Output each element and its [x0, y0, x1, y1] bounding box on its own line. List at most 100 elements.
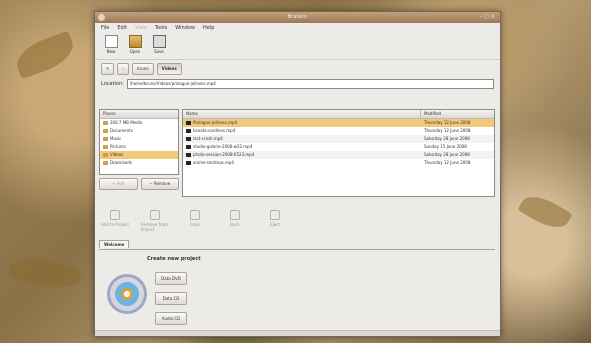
add-icon [110, 210, 120, 220]
window-controls[interactable]: –□× [480, 12, 497, 23]
places-item-label: Downloads [110, 160, 132, 165]
maximize-icon[interactable]: □ [484, 14, 491, 20]
file-name: Prologue-joliness.mp4 [193, 120, 238, 125]
file-browser: Places 200.7 MB Media Documents Music Pi… [99, 109, 495, 197]
new-label: New [106, 49, 116, 54]
save-label: Save [154, 49, 164, 54]
clear-icon [190, 210, 200, 220]
welcome-heading: Create new project [147, 256, 201, 262]
table-row[interactable]: photo-session-2008-0523.mp4 Saturday 28 J… [183, 151, 494, 159]
tab-welcome[interactable]: Welcome [99, 240, 130, 248]
close-icon[interactable]: × [491, 14, 497, 20]
new-document-icon [104, 35, 118, 48]
file-modified: Sunday 15 June 2008 [424, 144, 467, 149]
menu-help[interactable]: Help [203, 24, 214, 32]
file-modified: Saturday 28 June 2008 [424, 152, 470, 157]
disc-icon [107, 274, 147, 314]
remove-from-project-button[interactable]: Remove from Project [141, 210, 169, 232]
add-place-button[interactable]: + Add [99, 178, 138, 190]
data-cd-button[interactable]: Data CD [155, 292, 187, 305]
file-name: anime-sardinas.mp4 [193, 160, 234, 165]
folder-icon [103, 161, 108, 165]
video-file-icon [186, 145, 191, 149]
places-item-label: Music [110, 136, 122, 141]
open-folder-icon [128, 35, 142, 48]
status-bar [95, 330, 500, 336]
drive-icon [103, 121, 108, 125]
file-name: kanata-sardines.mp4 [193, 128, 236, 133]
audio-cd-button[interactable]: Audio CD [155, 312, 187, 325]
table-row[interactable]: Prologue-joliness.mp4 Thursday 12 June 20… [183, 119, 494, 127]
edit-path-icon: ✎ [106, 66, 110, 71]
path-segment-videos[interactable]: Videos [156, 63, 182, 75]
file-modified: Saturday 28 June 2008 [424, 136, 470, 141]
places-header[interactable]: Places [100, 110, 178, 119]
table-row[interactable]: kanata-sardines.mp4 Thursday 12 June 2008 [183, 127, 494, 135]
folder-icon [103, 145, 108, 149]
menu-file[interactable]: File [101, 24, 109, 32]
video-file-icon [186, 161, 191, 165]
places-list: Places 200.7 MB Media Documents Music Pi… [99, 109, 179, 175]
remove-place-button[interactable]: − Remove [140, 178, 179, 190]
places-item-label: Documents [110, 128, 133, 133]
path-bar: ✎ ‹ bruno Videos [95, 60, 500, 78]
places-buttons: + Add − Remove [99, 178, 179, 190]
video-file-icon [186, 129, 191, 133]
window-title: Brasero [287, 14, 308, 20]
places-item-pictures[interactable]: Pictures [100, 143, 178, 151]
eject-icon [270, 210, 280, 220]
places-item-downloads[interactable]: Downloads [100, 159, 178, 167]
places-item-media[interactable]: 200.7 MB Media [100, 119, 178, 127]
menu-view[interactable]: View [135, 24, 147, 32]
action-label: Burn [230, 222, 240, 227]
action-label: Clear [189, 222, 201, 227]
table-row[interactable]: last-crash.mp4 Saturday 28 June 2008 [183, 135, 494, 143]
remove-icon [150, 210, 160, 220]
file-modified: Thursday 12 June 2008 [424, 128, 471, 133]
menu-window[interactable]: Window [175, 24, 195, 32]
remove-place-label: Remove [153, 181, 171, 186]
chevron-left-icon: ‹ [122, 66, 124, 71]
clear-button[interactable]: Clear [181, 210, 209, 232]
folder-icon [103, 129, 108, 133]
file-name: last-crash.mp4 [193, 136, 223, 141]
file-name: studio-galerie-2008-w32.mp4 [193, 144, 253, 149]
welcome-panel: Create new project Data DVD Data CD Audi… [99, 249, 495, 334]
column-modified[interactable]: Modified [420, 110, 494, 118]
data-dvd-button[interactable]: Data DVD [155, 272, 187, 285]
menu-edit[interactable]: Edit [117, 24, 127, 32]
places-item-videos[interactable]: Videos [100, 151, 178, 159]
path-segment-bruno[interactable]: bruno [131, 63, 154, 75]
video-file-icon [186, 121, 191, 125]
open-button[interactable]: Open [125, 35, 145, 57]
table-row[interactable]: anime-sardinas.mp4 Thursday 12 June 2008 [183, 159, 494, 167]
places-item-music[interactable]: Music [100, 135, 178, 143]
save-button[interactable]: Save [149, 35, 169, 57]
table-row[interactable]: studio-galerie-2008-w32.mp4 Sunday 15 Jun… [183, 143, 494, 151]
places-item-label: 200.7 MB Media [110, 120, 143, 125]
burn-icon [230, 210, 240, 220]
action-label: Eject [270, 222, 280, 227]
open-label: Open [129, 49, 141, 54]
app-window: Brasero –□× File Edit View Tools Window … [94, 11, 501, 337]
location-input[interactable]: /home/bruno/Videos/prologue-joliness.mp4 [126, 79, 494, 89]
tab-bar: Welcome [99, 240, 130, 248]
app-icon [98, 14, 105, 21]
column-name[interactable]: Name [183, 110, 420, 118]
menu-bar: File Edit View Tools Window Help [95, 23, 500, 33]
add-to-project-button[interactable]: Add to Project [101, 210, 129, 232]
add-icon: + [112, 181, 116, 186]
action-label: Add to Project [101, 222, 129, 227]
menu-tools[interactable]: Tools [155, 24, 167, 32]
action-label: Remove from Project [141, 222, 168, 232]
new-button[interactable]: New [101, 35, 121, 57]
path-toggle-button[interactable]: ✎ [101, 63, 115, 75]
path-back-button[interactable]: ‹ [117, 63, 129, 75]
remove-icon: − [149, 181, 153, 186]
eject-button[interactable]: Eject [261, 210, 289, 232]
places-panel: Places 200.7 MB Media Documents Music Pi… [99, 109, 179, 197]
places-item-documents[interactable]: Documents [100, 127, 178, 135]
burn-button[interactable]: Burn [221, 210, 249, 232]
file-list: Name Modified Prologue-joliness.mp4 Thurs… [182, 109, 495, 197]
file-modified: Thursday 12 June 2008 [424, 160, 471, 165]
